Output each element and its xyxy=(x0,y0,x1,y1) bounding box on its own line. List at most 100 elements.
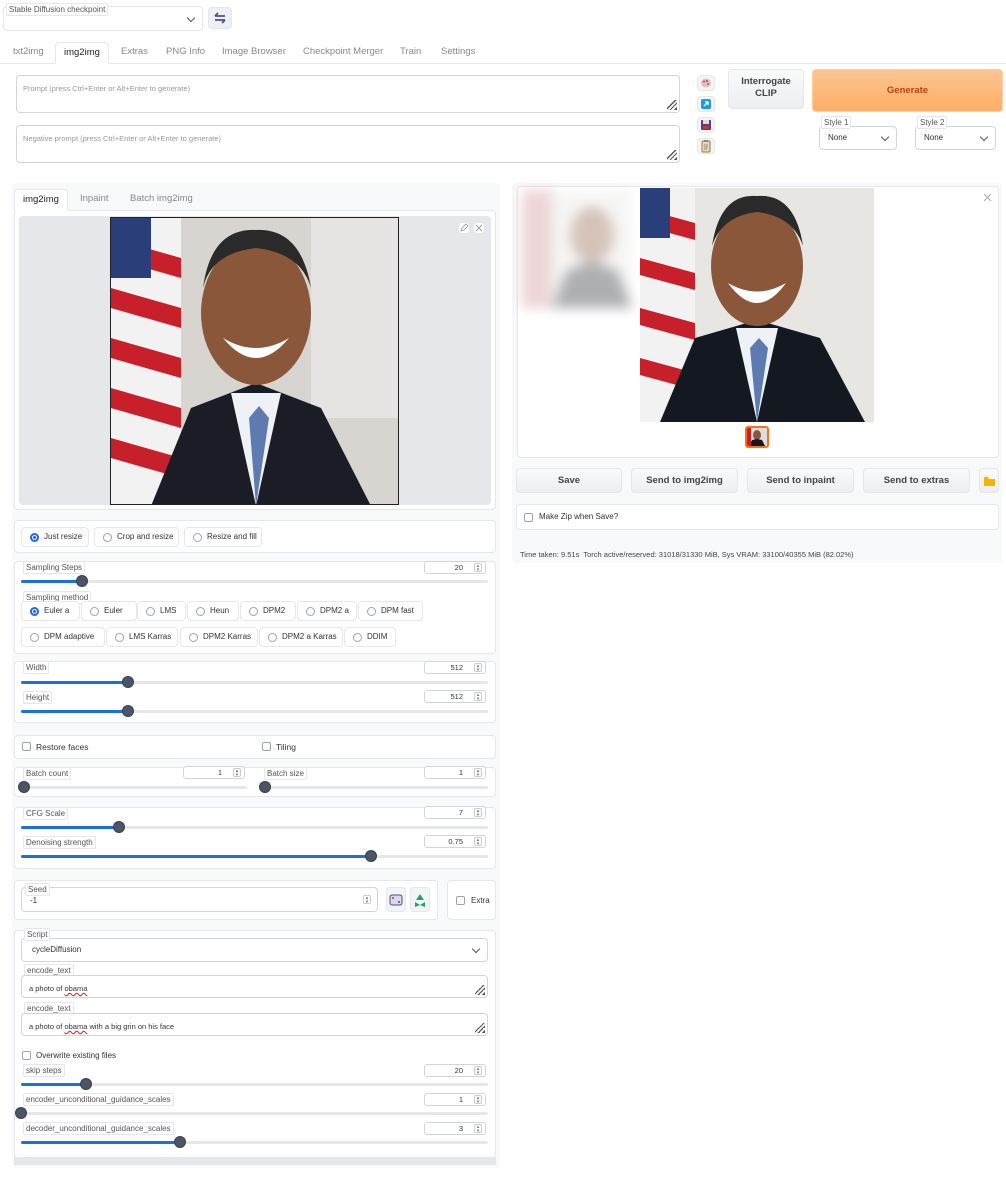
sampler-option-heun[interactable]: Heun xyxy=(187,601,239,621)
refresh-icon xyxy=(214,12,226,24)
sampler-option-dpm2[interactable]: DPM2 xyxy=(240,601,296,621)
style-2-dropdown[interactable]: None xyxy=(915,126,996,150)
send-to-inpaint-button[interactable]: Send to inpaint xyxy=(747,468,854,493)
save-button[interactable]: Save xyxy=(516,468,622,493)
close-gallery-icon[interactable] xyxy=(983,193,992,202)
open-folder-button[interactable] xyxy=(979,468,999,493)
sampler-option-lms[interactable]: LMS xyxy=(137,601,186,621)
batch-size-slider[interactable] xyxy=(259,781,488,793)
style-1-dropdown[interactable]: None xyxy=(819,126,897,150)
stepper-icon[interactable]: ▴ ▾ xyxy=(233,768,241,778)
sampling-steps-input[interactable]: 20 ▴ ▾ xyxy=(424,561,486,574)
sampler-option-dpm-fast[interactable]: DPM fast xyxy=(358,601,423,621)
batch-count-input[interactable]: 1 ▴ ▾ xyxy=(183,766,245,779)
encoder-scales-slider[interactable] xyxy=(15,1107,488,1119)
batch-size-input[interactable]: 1 ▴ ▾ xyxy=(424,766,486,779)
save-style-button[interactable] xyxy=(697,117,715,133)
tab-png-info[interactable]: PNG Info xyxy=(158,42,213,64)
generate-button[interactable]: Generate xyxy=(812,69,1003,112)
reuse-seed-button[interactable] xyxy=(410,887,430,912)
stepper-icon[interactable]: ▴ ▾ xyxy=(474,692,482,702)
overwrite-checkbox[interactable] xyxy=(22,1051,31,1060)
resize-and-fill[interactable]: Resize and fill xyxy=(184,527,262,547)
stepper-icon[interactable]: ▴ ▾ xyxy=(474,1066,482,1076)
edit-image-button[interactable] xyxy=(458,222,470,234)
tab-extras[interactable]: Extras xyxy=(113,42,156,64)
seed-input[interactable]: -1 ▴ ▾ xyxy=(21,887,378,912)
tab-train[interactable]: Train xyxy=(392,42,429,64)
tab-img2img-input[interactable]: img2img xyxy=(14,189,68,211)
encode-text-1-input[interactable]: a photo of obama xyxy=(21,975,488,998)
make-zip-checkbox[interactable] xyxy=(524,513,533,522)
random-seed-button[interactable] xyxy=(386,887,406,912)
denoising-slider[interactable] xyxy=(21,850,488,862)
sampler-option-dpm2-karras[interactable]: DPM2 Karras xyxy=(180,627,258,647)
send-to-extras-button[interactable]: Send to extras xyxy=(863,468,970,493)
slider-knob[interactable] xyxy=(173,1136,186,1148)
sampler-option-ddim[interactable]: DDIM xyxy=(344,627,396,647)
paste-style-button[interactable] xyxy=(697,138,715,154)
gallery-thumbnail[interactable] xyxy=(745,426,769,448)
sampler-option-dpm2-a-karras[interactable]: DPM2 a Karras xyxy=(259,627,343,647)
tab-txt2img[interactable]: txt2img xyxy=(5,42,52,64)
resize-grip-icon[interactable] xyxy=(667,150,677,160)
tab-inpaint[interactable]: Inpaint xyxy=(72,189,117,211)
paint-palette-button[interactable] xyxy=(697,75,715,91)
cfg-scale-input[interactable]: 7 ▴ ▾ xyxy=(424,806,486,819)
resize-grip-icon[interactable] xyxy=(667,100,677,110)
interrogate-clip-button[interactable]: Interrogate CLIP xyxy=(728,69,804,109)
slider-knob[interactable] xyxy=(75,575,88,587)
clear-image-button[interactable] xyxy=(473,222,485,234)
negative-prompt-input[interactable]: Negative prompt (press Ctrl+Enter or Alt… xyxy=(16,125,680,163)
denoising-input[interactable]: 0.75 ▴ ▾ xyxy=(424,835,486,848)
sampler-option-dpm2-a[interactable]: DPM2 a xyxy=(297,601,357,621)
encode-text-2-input[interactable]: a photo of obama with a big grin on his … xyxy=(21,1013,488,1036)
restore-faces-checkbox[interactable] xyxy=(22,742,31,751)
stepper-icon[interactable]: ▴ ▾ xyxy=(474,1124,482,1134)
send-button[interactable] xyxy=(697,96,715,112)
stepper-icon[interactable]: ▴ ▾ xyxy=(474,663,482,673)
extra-checkbox[interactable] xyxy=(456,896,465,905)
tab-batch-img2img[interactable]: Batch img2img xyxy=(122,189,201,211)
stepper-icon[interactable]: ▴ ▾ xyxy=(474,768,482,778)
encoder-scales-input[interactable]: 1 ▴ ▾ xyxy=(424,1093,486,1106)
stepper-icon[interactable]: ▴ ▾ xyxy=(363,895,371,905)
sampler-option-euler-a[interactable]: Euler a xyxy=(21,601,80,621)
sampling-steps-slider[interactable] xyxy=(21,575,488,587)
tab-img2img[interactable]: img2img xyxy=(55,42,109,64)
slider-knob[interactable] xyxy=(18,781,30,793)
height-input[interactable]: 512 ▴ ▾ xyxy=(424,690,486,703)
resize-crop-and-resize[interactable]: Crop and resize xyxy=(94,527,179,547)
generated-portrait-image[interactable] xyxy=(640,188,874,422)
script-dropdown[interactable]: cycleDiffusion xyxy=(21,938,488,962)
width-slider[interactable] xyxy=(21,676,488,688)
height-slider[interactable] xyxy=(21,705,488,717)
width-input[interactable]: 512 ▴ ▾ xyxy=(424,661,486,674)
skip-steps-slider[interactable] xyxy=(21,1078,488,1090)
resize-just-resize[interactable]: Just resize xyxy=(21,527,89,547)
resize-grip-icon[interactable] xyxy=(475,1023,485,1033)
batch-count-slider[interactable] xyxy=(18,781,247,793)
stepper-icon[interactable]: ▴ ▾ xyxy=(474,563,482,573)
decoder-scales-slider[interactable] xyxy=(21,1136,488,1148)
slider-knob[interactable] xyxy=(113,821,126,833)
decoder-scales-input[interactable]: 3 ▴ ▾ xyxy=(424,1122,486,1135)
tab-checkpoint-merger[interactable]: Checkpoint Merger xyxy=(295,42,391,64)
skip-steps-input[interactable]: 20 ▴ ▾ xyxy=(424,1064,486,1077)
stepper-icon[interactable]: ▴ ▾ xyxy=(474,1095,482,1105)
cfg-scale-slider[interactable] xyxy=(21,821,488,833)
stepper-icon[interactable]: ▴ ▾ xyxy=(474,808,482,818)
send-to-img2img-button[interactable]: Send to img2img xyxy=(631,468,738,493)
slider-knob[interactable] xyxy=(259,781,271,793)
resize-grip-icon[interactable] xyxy=(475,985,485,995)
sampler-option-dpm-adaptive[interactable]: DPM adaptive xyxy=(21,627,105,647)
tab-image-browser[interactable]: Image Browser xyxy=(214,42,294,64)
sampler-option-euler[interactable]: Euler xyxy=(81,601,137,621)
sampler-option-lms-karras[interactable]: LMS Karras xyxy=(106,627,178,647)
tab-settings[interactable]: Settings xyxy=(433,42,483,64)
slider-knob[interactable] xyxy=(15,1107,27,1119)
refresh-checkpoint-button[interactable] xyxy=(208,7,232,29)
tiling-checkbox[interactable] xyxy=(262,742,271,751)
stepper-icon[interactable]: ▴ ▾ xyxy=(474,837,482,847)
prompt-input[interactable]: Prompt (press Ctrl+Enter or Alt+Enter to… xyxy=(16,75,680,113)
